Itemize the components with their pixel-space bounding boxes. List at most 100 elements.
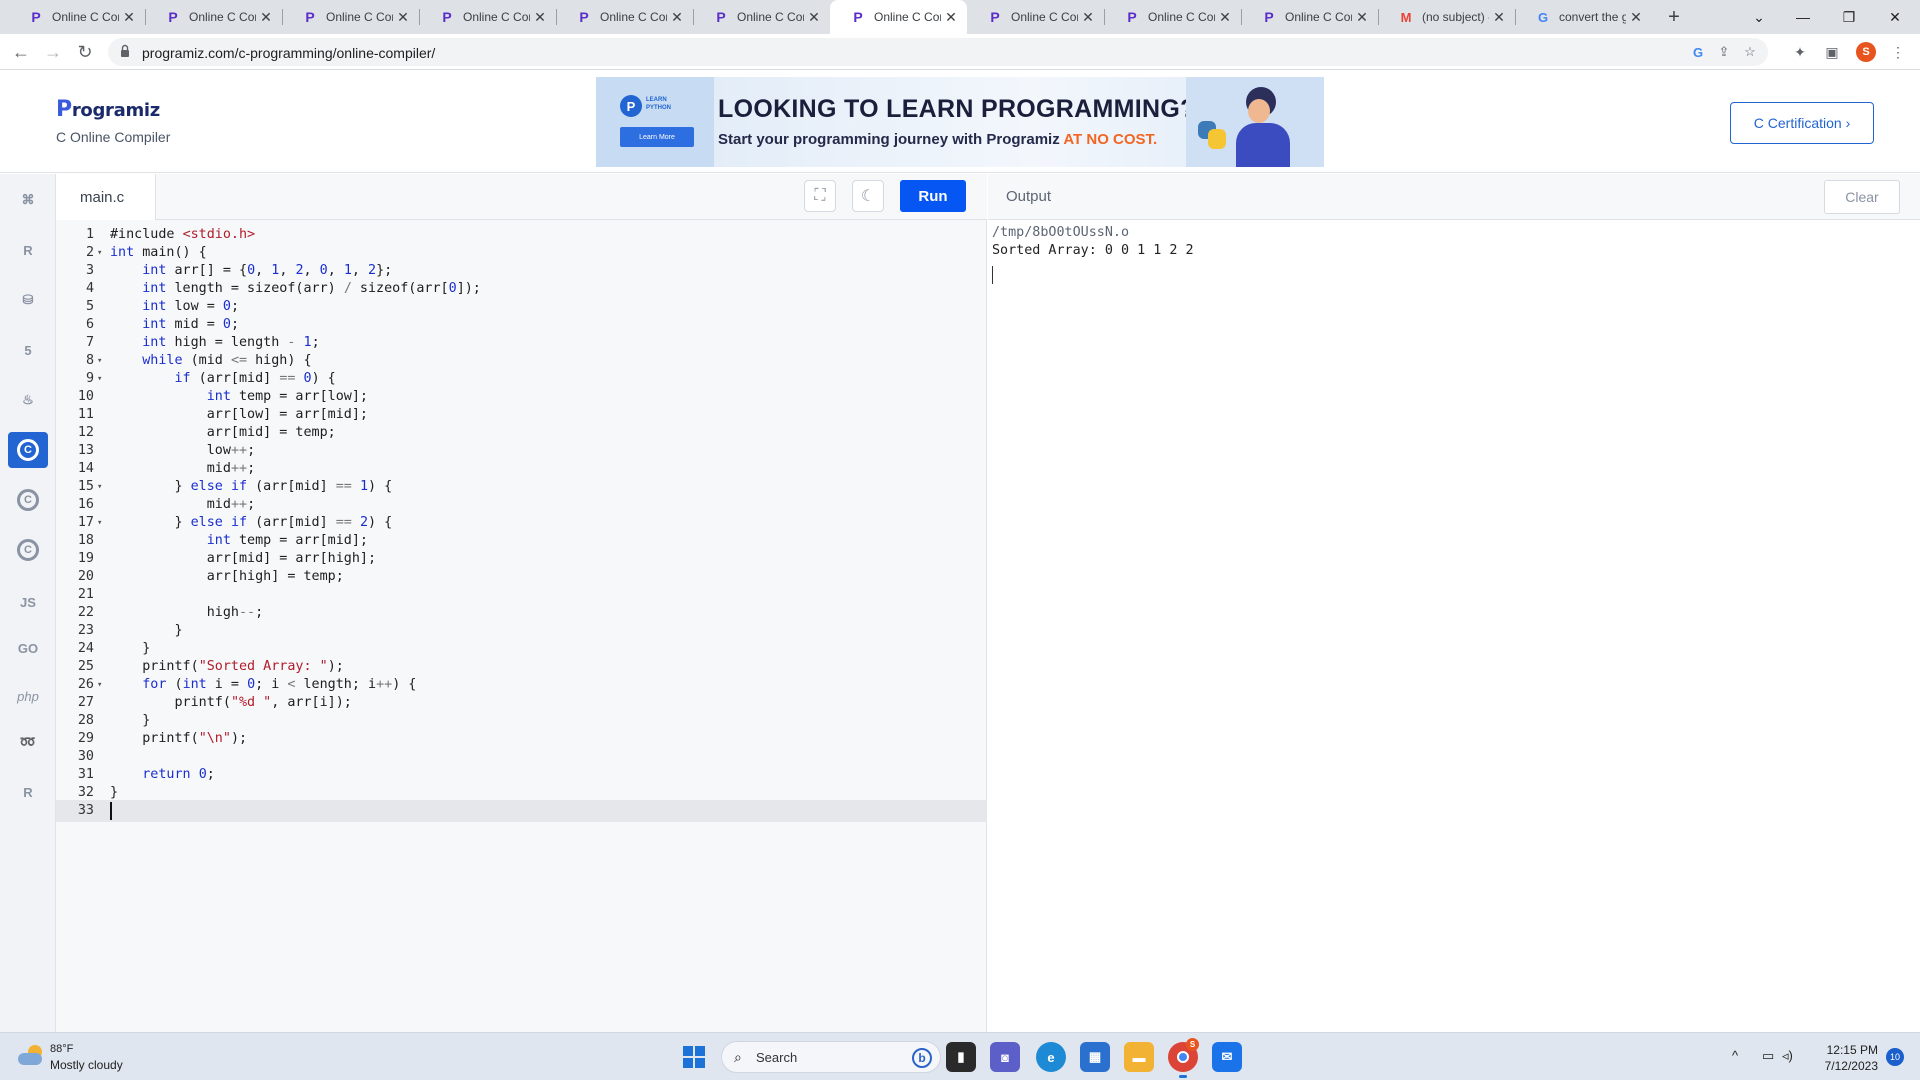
volume-icon[interactable]: ◃)	[1782, 1048, 1793, 1064]
programiz-favicon-icon: P	[1127, 9, 1137, 25]
ad-banner[interactable]: P LEARN PYTHON Learn More LOOKING TO LEA…	[596, 77, 1324, 167]
programiz-logo[interactable]: Programiz	[56, 97, 160, 122]
file-tab-main-c[interactable]: main.c	[56, 174, 156, 220]
tab-close-icon[interactable]: ✕	[256, 9, 276, 26]
minimize-button[interactable]: —	[1780, 0, 1826, 34]
sql-icon[interactable]: ⛁	[8, 282, 48, 318]
window-close-button[interactable]: ✕	[1872, 0, 1918, 34]
edge-icon[interactable]: e	[1036, 1042, 1066, 1072]
bookmark-star-icon[interactable]: ☆	[1742, 44, 1758, 60]
reload-button[interactable]: ↻	[72, 39, 98, 65]
programiz-favicon-icon: P	[716, 9, 726, 25]
notification-badge[interactable]: 10	[1886, 1048, 1904, 1066]
windows-start-icon[interactable]	[683, 1046, 705, 1068]
fullscreen-icon[interactable]: ⛶	[804, 180, 836, 212]
browser-tab-title: Online C Com	[52, 10, 119, 24]
network-icon[interactable]: ▭	[1762, 1048, 1774, 1064]
code-line[interactable]: 33	[56, 800, 987, 822]
r-icon-glyph: R	[23, 242, 33, 258]
browser-tab[interactable]: P Online C Com✕	[556, 0, 693, 34]
tab-close-icon[interactable]: ✕	[1352, 9, 1372, 26]
restore-button[interactable]: ❐	[1826, 0, 1872, 34]
browser-tab[interactable]: Gconvert the g ✕	[1515, 0, 1652, 34]
browser-tab[interactable]: P Online C Com✕	[967, 0, 1104, 34]
bing-icon[interactable]: b	[912, 1048, 932, 1068]
tab-close-icon[interactable]: ✕	[393, 9, 413, 26]
share-icon[interactable]: ⇪	[1716, 44, 1732, 60]
browser-tab[interactable]: P Online C Com✕	[419, 0, 556, 34]
tab-close-icon[interactable]: ✕	[119, 9, 139, 26]
address-bar[interactable]: programiz.com/c-programming/online-compi…	[108, 38, 1768, 66]
tab-close-icon[interactable]: ✕	[941, 9, 961, 26]
php-icon[interactable]: php	[8, 678, 48, 714]
browser-tab[interactable]: P Online C Com✕	[1104, 0, 1241, 34]
r-icon[interactable]: R	[8, 232, 48, 268]
python-icon[interactable]: ⌘	[8, 182, 48, 218]
weather-cloudy-icon[interactable]	[18, 1045, 44, 1067]
swift-icon-glyph: ➿	[19, 734, 37, 749]
browser-tab[interactable]: M (no subject) - ✕	[1378, 0, 1515, 34]
chevron-up-icon[interactable]: ^	[1732, 1048, 1738, 1063]
html-icon[interactable]: 5	[8, 332, 48, 368]
html-icon-glyph: 5	[24, 342, 32, 358]
browser-tab[interactable]: P Online C Com✕	[282, 0, 419, 34]
tab-search-icon[interactable]: ⌄	[1736, 0, 1782, 34]
browser-tab[interactable]: P Online C Com✕	[1241, 0, 1378, 34]
line-number: 33	[77, 803, 94, 818]
extensions-icon[interactable]: ✦	[1790, 42, 1810, 62]
mail-icon[interactable]: ✉	[1212, 1042, 1242, 1072]
rust-icon[interactable]: R	[8, 774, 48, 810]
browser-tab[interactable]: P Online C Com✕	[693, 0, 830, 34]
chrome-icon[interactable]: S	[1168, 1038, 1199, 1078]
profile-avatar[interactable]: S	[1856, 42, 1876, 62]
chrome-menu-icon[interactable]: ⋮	[1888, 42, 1908, 62]
side-panel-icon[interactable]: ▣	[1822, 42, 1842, 62]
tab-close-icon[interactable]: ✕	[1215, 9, 1235, 26]
code-editor[interactable]: 1 #include <stdio.h> 2 ▾ int main() {3 int a…	[56, 220, 987, 1032]
cpp-icon[interactable]: C	[8, 482, 48, 518]
url-text: programiz.com/c-programming/online-compi…	[142, 45, 436, 61]
output-console[interactable]: /tmp/8bO0tOUssN.o Sorted Array: 0 0 1 1 2…	[988, 220, 1920, 1032]
browser-tab-title: Online C Com	[1285, 10, 1352, 24]
run-button[interactable]: Run	[900, 180, 966, 212]
microsoft-store-icon[interactable]: ▦	[1080, 1042, 1110, 1072]
weather-temperature[interactable]: 88°F	[50, 1043, 73, 1055]
go-icon[interactable]: GO	[8, 630, 48, 666]
person-illustration-body	[1236, 123, 1290, 167]
c-certification-button[interactable]: C Certification ›	[1730, 102, 1874, 144]
learn-more-button[interactable]: Learn More	[620, 127, 694, 147]
back-button[interactable]: ←	[8, 39, 34, 65]
tab-close-icon[interactable]: ✕	[530, 9, 550, 26]
browser-tab[interactable]: P Online C Com✕	[145, 0, 282, 34]
swift-icon[interactable]: ➿	[8, 724, 48, 760]
clock-date[interactable]: 7/12/2023	[1812, 1059, 1878, 1073]
weather-description[interactable]: Mostly cloudy	[50, 1058, 123, 1072]
csharp-icon[interactable]: C	[8, 532, 48, 568]
tab-close-icon[interactable]: ✕	[1626, 9, 1646, 26]
taskbar-search[interactable]: ⌕ Search b	[721, 1041, 941, 1073]
teams-icon[interactable]: ◙	[990, 1042, 1020, 1072]
java-icon[interactable]: ♨	[8, 382, 48, 418]
file-explorer-icon[interactable]: ▬	[1124, 1042, 1154, 1072]
banner-badge-label: LEARN PYTHON	[646, 97, 672, 111]
c-icon[interactable]: C	[8, 432, 48, 468]
browser-tab-title: Online C Com	[463, 10, 530, 24]
browser-tab[interactable]: P Online C Com✕	[8, 0, 145, 34]
forward-button[interactable]: →	[40, 39, 66, 65]
csharp-icon-glyph: C	[17, 539, 39, 561]
clear-button[interactable]: Clear	[1824, 180, 1900, 214]
google-lens-icon[interactable]: G	[1690, 44, 1706, 60]
tab-close-icon[interactable]: ✕	[667, 9, 687, 26]
task-view-icon[interactable]: ▮	[946, 1042, 976, 1072]
javascript-icon[interactable]: JS	[8, 584, 48, 620]
banner-headline: LOOKING TO LEARN PROGRAMMING?	[718, 95, 1196, 123]
page-subtitle: C Online Compiler	[56, 129, 171, 145]
tab-close-icon[interactable]: ✕	[804, 9, 824, 26]
browser-tab-title: convert the g	[1559, 10, 1626, 24]
dark-mode-icon[interactable]: ☾	[852, 180, 884, 212]
clock-time[interactable]: 12:15 PM	[1822, 1043, 1878, 1057]
tab-close-icon[interactable]: ✕	[1078, 9, 1098, 26]
new-tab-button[interactable]: +	[1660, 0, 1688, 34]
tab-close-icon[interactable]: ✕	[1489, 9, 1509, 26]
browser-tab[interactable]: P Online C Com✕	[830, 0, 967, 34]
